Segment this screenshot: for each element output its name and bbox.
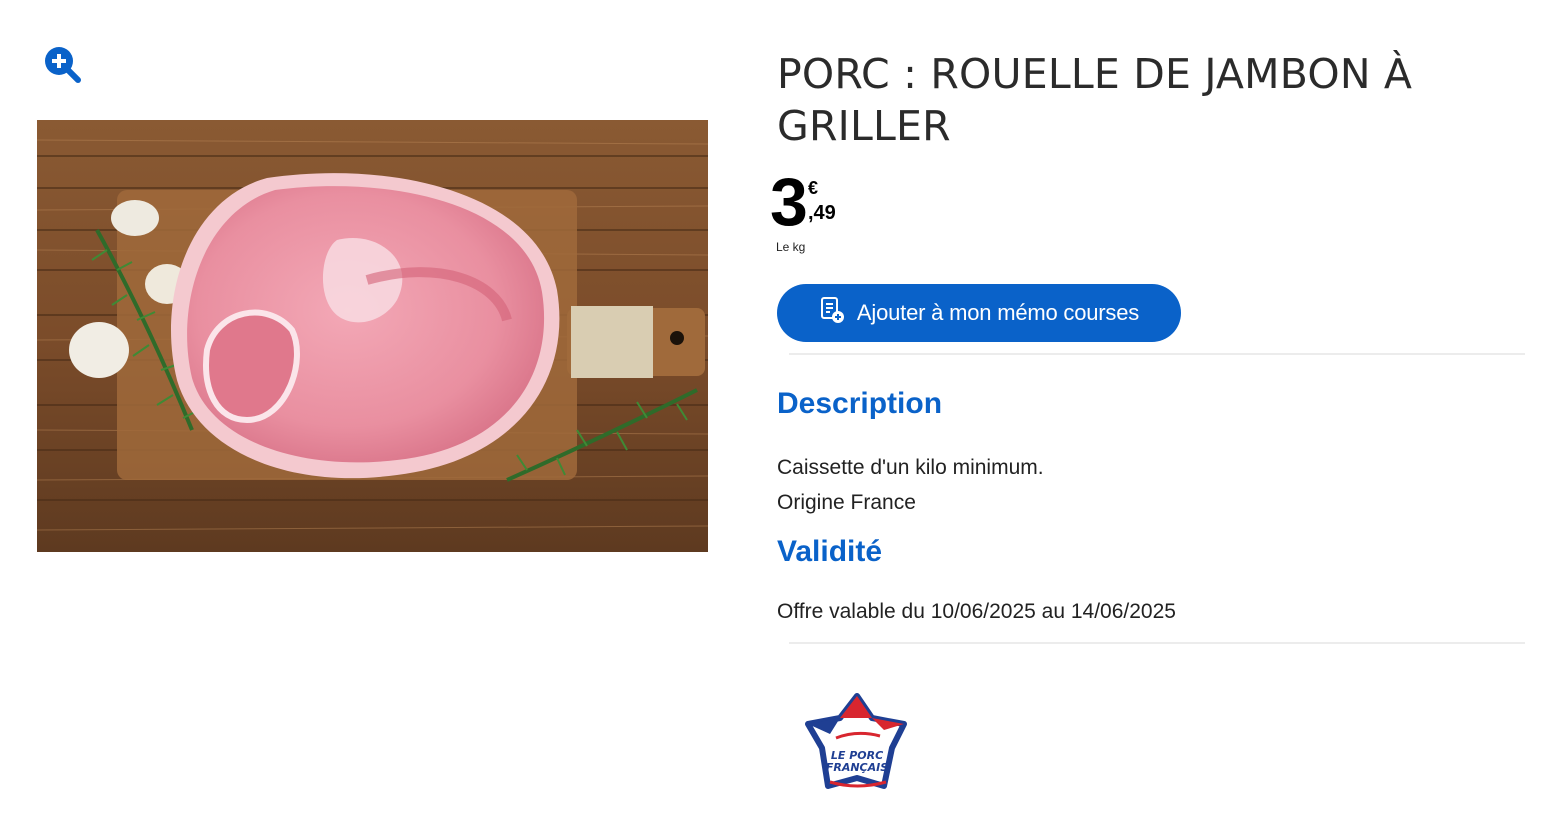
zoom-in-icon[interactable] — [40, 42, 84, 86]
description-heading: Description — [777, 387, 943, 420]
divider — [789, 353, 1525, 355]
price-unit-label: Le kg — [776, 240, 806, 254]
divider — [789, 642, 1525, 644]
add-to-memo-label: Ajouter à mon mémo courses — [856, 300, 1140, 325]
description-text: Caissette d'un kilo minimum. Origine Fra… — [777, 450, 1044, 520]
price-currency: € — [808, 178, 819, 198]
product-image — [37, 120, 708, 552]
price-cents: ,49 — [808, 202, 836, 224]
validity-heading: Validité — [777, 535, 883, 568]
product-page: PORC : ROUELLE DE JAMBON À GRILLER 3 € ,… — [0, 0, 1545, 817]
price-units: 3 — [770, 164, 808, 240]
add-to-memo-button[interactable]: Ajouter à mon mémo courses — [777, 284, 1181, 342]
description-line: Caissette d'un kilo minimum. — [777, 456, 1044, 479]
description-line: Origine France — [777, 491, 916, 514]
le-porc-francais-logo: LE PORC FRANÇAIS — [800, 690, 914, 794]
price-tag: 3 € ,49 — [770, 164, 890, 242]
validity-text: Offre valable du 10/06/2025 au 14/06/202… — [777, 600, 1176, 623]
memo-add-icon — [819, 296, 845, 330]
logo-line2: FRANÇAIS — [826, 761, 888, 774]
product-title: PORC : ROUELLE DE JAMBON À GRILLER — [777, 50, 1413, 150]
